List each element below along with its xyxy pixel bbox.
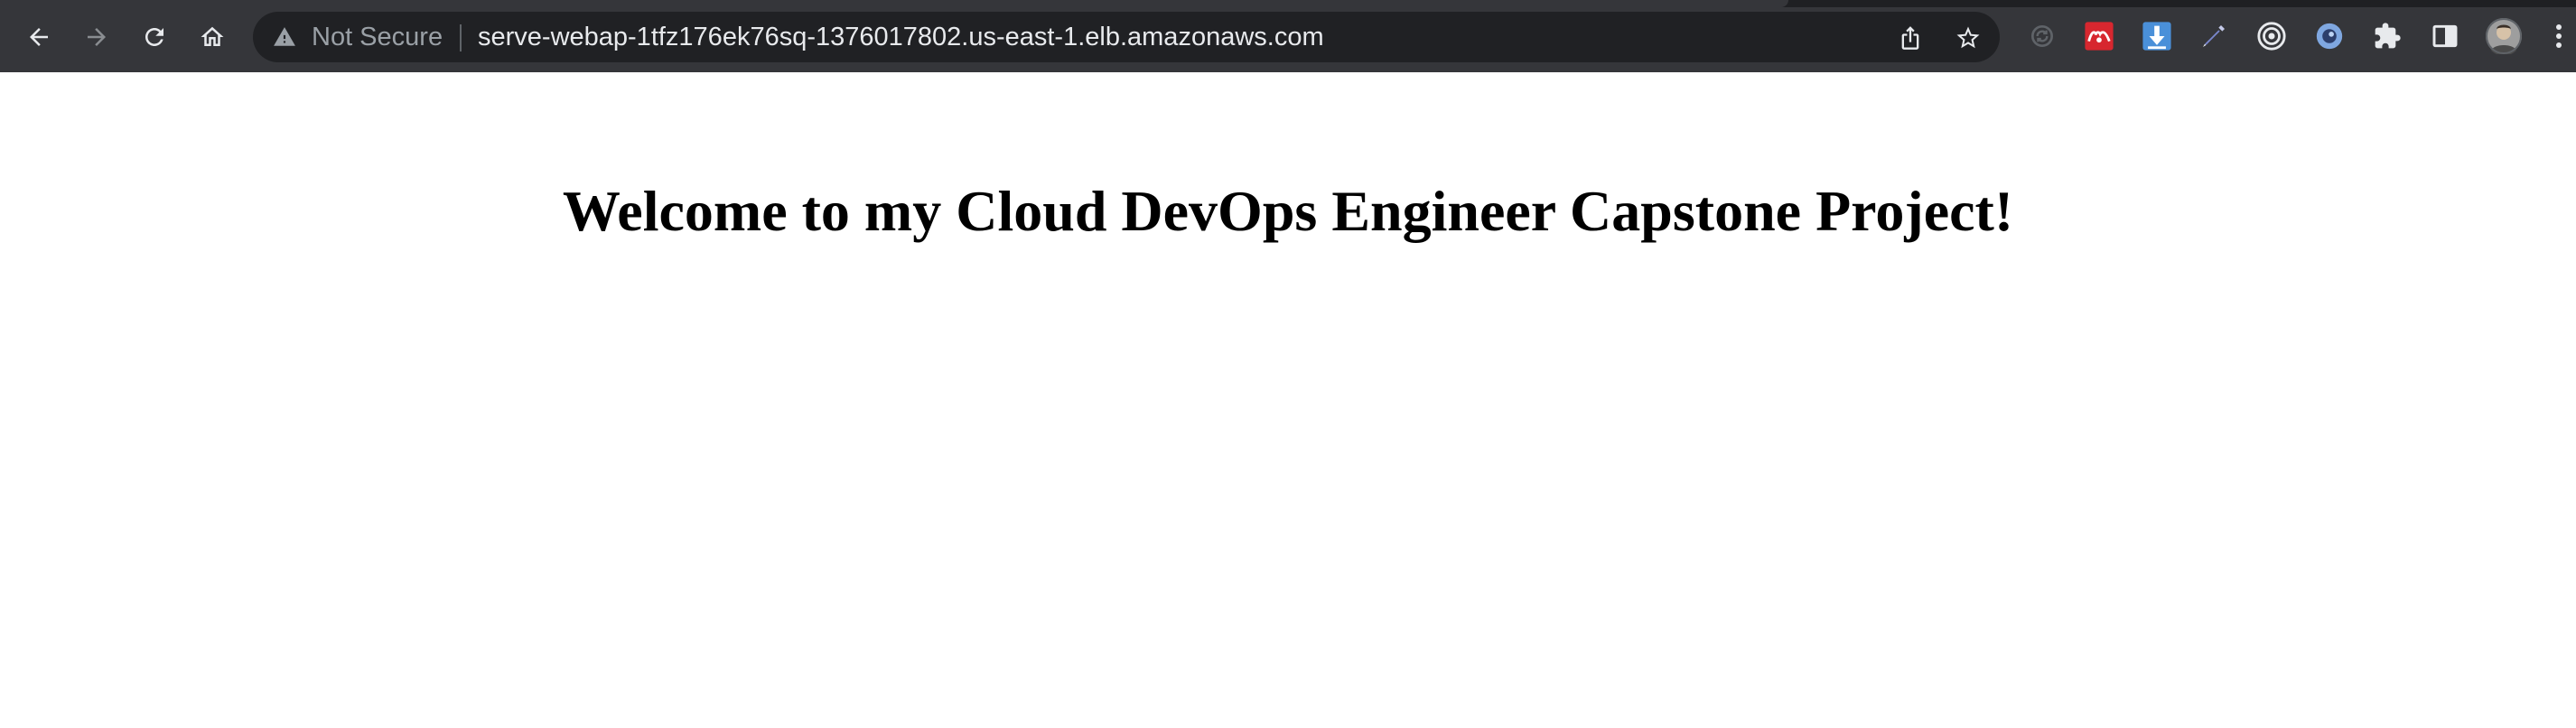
downloader-extension-button[interactable]: [2141, 20, 2173, 52]
sync-extension-icon: [2031, 25, 2053, 47]
sync-extension-button[interactable]: [2026, 20, 2058, 52]
reload-icon: [145, 28, 163, 46]
tab-strip-edge: [0, 0, 2576, 7]
downloader-extension-icon: [2142, 22, 2171, 51]
puzzle-extensions-icon: [2375, 23, 2401, 49]
color-picker-extension-icon: [2203, 25, 2225, 47]
warning-icon[interactable]: [273, 25, 296, 49]
forward-icon: [88, 28, 106, 46]
page-content: Welcome to my Cloud DevOps Engineer Caps…: [0, 72, 2576, 728]
target-extension-button[interactable]: [2255, 20, 2288, 52]
profile-avatar[interactable]: [2486, 18, 2522, 54]
security-status-label[interactable]: Not Secure: [312, 23, 443, 51]
back-icon: [30, 28, 48, 46]
more-menu-button[interactable]: [2545, 20, 2572, 52]
extensions-button[interactable]: [2371, 20, 2403, 52]
forward-button[interactable]: [76, 16, 117, 58]
active-tab-edge: [0, 0, 1788, 7]
target-extension-icon: [2257, 22, 2286, 51]
blue-circle-extension-button[interactable]: [2313, 20, 2346, 52]
url-text[interactable]: serve-webap-1tfz176ek76sq-1376017802.us-…: [478, 23, 1324, 51]
home-icon: [201, 26, 224, 46]
mendeley-extension-icon: [2085, 22, 2114, 51]
back-button[interactable]: [18, 16, 60, 58]
reload-button[interactable]: [134, 16, 175, 58]
bookmark-star-icon: [1956, 26, 1980, 49]
browser-toolbar: Not Secure serve-webap-1tfz176ek76sq-137…: [0, 0, 2576, 72]
mendeley-extension-button[interactable]: [2083, 20, 2115, 52]
omnibox-divider: [460, 24, 462, 51]
page-heading: Welcome to my Cloud DevOps Engineer Caps…: [562, 179, 2014, 243]
side-panel-button[interactable]: [2429, 20, 2461, 52]
more-menu-icon: [2556, 24, 2562, 48]
color-picker-extension-button[interactable]: [2198, 20, 2230, 52]
address-bar[interactable]: Not Secure serve-webap-1tfz176ek76sq-137…: [253, 12, 2000, 62]
home-button[interactable]: [191, 16, 233, 58]
profile-avatar-image: [2486, 18, 2522, 54]
blue-circle-extension-icon: [2316, 23, 2343, 50]
share-button[interactable]: [1896, 23, 1925, 52]
share-icon: [1901, 26, 1919, 50]
bookmark-button[interactable]: [1954, 23, 1983, 52]
side-panel-icon: [2432, 24, 2458, 48]
